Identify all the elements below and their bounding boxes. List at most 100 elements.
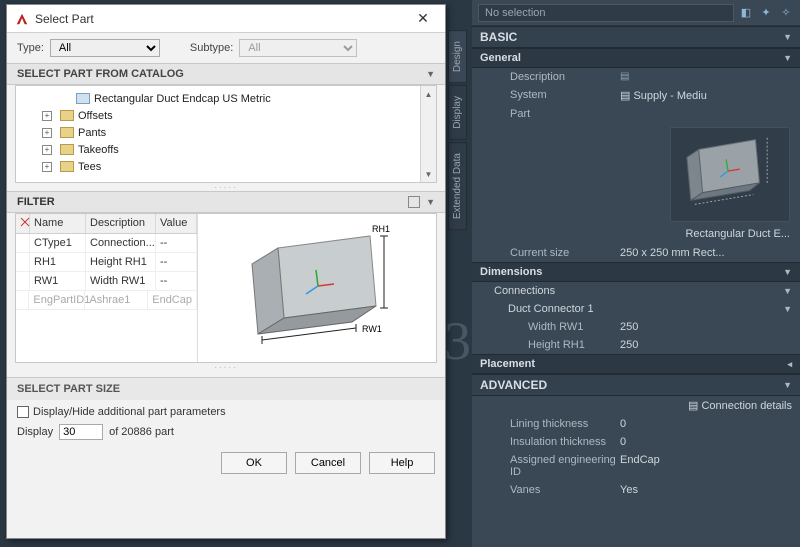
filter-row[interactable]: RW1Width RW1--	[16, 272, 197, 291]
system-value[interactable]: ▤ Supply - Mediu	[620, 89, 792, 102]
filter-header[interactable]: FILTER▼	[7, 191, 445, 213]
chevron-down-icon: ▼	[783, 53, 792, 63]
display-label: Display	[17, 426, 53, 438]
label-height-rh1: Height RH1	[480, 339, 620, 351]
rh1-dim-label: RH1	[372, 224, 390, 234]
tree-scrollbar[interactable]: ▲▼	[420, 86, 436, 182]
chevron-down-icon: ▼	[426, 69, 435, 79]
panel-tool-icon-2[interactable]: ✦	[758, 5, 774, 21]
folder-icon	[60, 127, 74, 138]
tree-item-takeoffs[interactable]: +Takeoffs	[20, 141, 432, 158]
filter-options-icon[interactable]	[408, 196, 420, 208]
help-button[interactable]: Help	[369, 452, 435, 474]
splitter[interactable]: ·····	[7, 183, 445, 191]
label-description: Description	[480, 71, 620, 83]
col-value[interactable]: Value	[156, 214, 197, 233]
part-icon	[76, 93, 90, 104]
col-description[interactable]: Description	[86, 214, 156, 233]
tab-extended-data[interactable]: Extended Data	[448, 142, 467, 230]
filter-body: Name Description Value CType1Connection.…	[15, 213, 437, 363]
close-button[interactable]: ✕	[407, 8, 439, 30]
chevron-down-icon: ▼	[783, 286, 792, 296]
chevron-down-icon: ▼	[783, 380, 792, 390]
folder-icon	[60, 161, 74, 172]
display-count-input[interactable]	[59, 424, 103, 440]
part-value	[620, 108, 792, 120]
type-select[interactable]: All	[50, 39, 160, 57]
expand-icon[interactable]: +	[42, 111, 52, 121]
section-connections[interactable]: Connections▼	[472, 282, 800, 300]
titlebar: Select Part ✕	[7, 5, 445, 33]
col-name[interactable]: Name	[30, 214, 86, 233]
section-advanced[interactable]: ADVANCED▼	[472, 374, 800, 396]
lining-value[interactable]: 0	[620, 418, 792, 430]
tree-item-endcap[interactable]: Rectangular Duct Endcap US Metric	[20, 90, 432, 107]
label-current-size: Current size	[480, 247, 620, 259]
chevron-left-icon: ◂	[787, 359, 792, 370]
filter-row[interactable]: CType1Connection...--	[16, 234, 197, 253]
selection-dropdown[interactable]: No selection	[478, 4, 734, 22]
label-eng-id: Assigned engineering ID	[480, 454, 620, 478]
label-lining: Lining thickness	[480, 418, 620, 430]
expand-icon[interactable]: +	[42, 162, 52, 172]
insulation-value[interactable]: 0	[620, 436, 792, 448]
description-value[interactable]: ▤	[620, 71, 792, 83]
cancel-button[interactable]: Cancel	[295, 452, 361, 474]
tree-item-pants[interactable]: +Pants	[20, 124, 432, 141]
checkbox-icon	[17, 406, 29, 418]
folder-icon	[60, 144, 74, 155]
expand-icon[interactable]: +	[42, 145, 52, 155]
label-insulation: Insulation thickness	[480, 436, 620, 448]
part-thumbnail	[670, 127, 790, 222]
subtype-label: Subtype:	[190, 42, 233, 54]
section-basic[interactable]: BASIC▼	[472, 26, 800, 48]
section-general[interactable]: General▼	[472, 48, 800, 68]
section-placement[interactable]: Placement◂	[472, 354, 800, 374]
chevron-down-icon: ▼	[783, 32, 792, 42]
select-part-dialog: Select Part ✕ Type: All Subtype: All SEL…	[6, 4, 446, 539]
part-caption: Rectangular Duct E...	[472, 226, 800, 244]
tree-item-tees[interactable]: +Tees	[20, 158, 432, 175]
type-label: Type:	[17, 42, 44, 54]
tab-display[interactable]: Display	[448, 85, 467, 140]
subtype-select[interactable]: All	[239, 39, 357, 57]
label-vanes: Vanes	[480, 484, 620, 496]
filter-preview: RH1 RW1	[198, 214, 436, 362]
label-width-rw1: Width RW1	[480, 321, 620, 333]
remove-col-icon	[16, 214, 30, 233]
scroll-down-icon[interactable]: ▼	[421, 166, 436, 182]
height-rh1-value[interactable]: 250	[620, 339, 792, 351]
tab-design[interactable]: Design	[448, 30, 467, 83]
ok-button[interactable]: OK	[221, 452, 287, 474]
catalog-tree[interactable]: Rectangular Duct Endcap US Metric +Offse…	[15, 85, 437, 183]
panel-tabs: Design Display Extended Data	[448, 30, 472, 232]
connection-details-toggle[interactable]: ▤ Connection details	[480, 399, 792, 412]
label-part: Part	[480, 108, 620, 120]
selection-bar: No selection ◧ ✦ ✧	[472, 0, 800, 26]
filter-table: Name Description Value CType1Connection.…	[16, 214, 198, 362]
scroll-up-icon[interactable]: ▲	[421, 86, 436, 102]
eng-id-value[interactable]: EndCap	[620, 454, 792, 478]
dialog-title: Select Part	[35, 12, 94, 26]
filter-row[interactable]: EngPartID1Ashrae1EndCap	[16, 291, 197, 310]
chevron-down-icon: ▼	[426, 197, 435, 207]
catalog-header[interactable]: SELECT PART FROM CATALOG▼	[7, 63, 445, 85]
width-rw1-value[interactable]: 250	[620, 321, 792, 333]
section-dimensions[interactable]: Dimensions▼	[472, 262, 800, 282]
rw1-dim-label: RW1	[362, 324, 382, 334]
folder-icon	[60, 110, 74, 121]
current-size-value: 250 x 250 mm Rect...	[620, 247, 792, 259]
vanes-value[interactable]: Yes	[620, 484, 792, 496]
section-duct-connector-1[interactable]: Duct Connector 1▼	[472, 300, 800, 318]
display-hide-checkbox[interactable]: Display/Hide additional part parameters	[17, 406, 435, 418]
ghost-3: 3	[444, 310, 471, 372]
tree-item-offsets[interactable]: +Offsets	[20, 107, 432, 124]
chevron-down-icon: ▼	[783, 267, 792, 277]
filter-row[interactable]: RH1Height RH1--	[16, 253, 197, 272]
chevron-down-icon: ▼	[783, 304, 792, 314]
expand-icon[interactable]: +	[42, 128, 52, 138]
splitter[interactable]: ·····	[7, 363, 445, 371]
display-suffix: of 20886 part	[109, 426, 174, 438]
panel-tool-icon-1[interactable]: ◧	[738, 5, 754, 21]
panel-tool-icon-3[interactable]: ✧	[778, 5, 794, 21]
